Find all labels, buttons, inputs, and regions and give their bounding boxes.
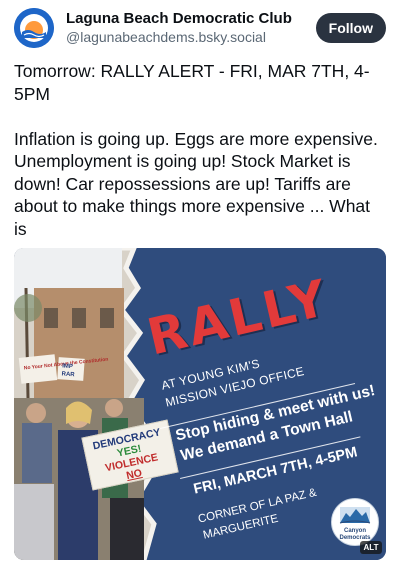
handle[interactable]: @lagunabeachdems.bsky.social (66, 28, 292, 47)
small-sign-2-text: IMP (62, 363, 73, 370)
canyon-democrats-logo: Canyon Democrats (331, 498, 379, 546)
canyon-democrats-logo-icon (339, 507, 371, 524)
logo-text: Canyon Democrats (339, 528, 371, 541)
follow-button[interactable]: Follow (315, 13, 386, 43)
author-block: Laguna Beach Democratic Club @lagunabeac… (66, 9, 292, 47)
avatar-logo-icon (14, 8, 54, 48)
post-text: Tomorrow: RALLY ALERT - FRI, MAR 7TH, 4-… (14, 61, 378, 239)
alt-badge[interactable]: ALT (360, 541, 382, 554)
display-name[interactable]: Laguna Beach Democratic Club (66, 9, 292, 28)
avatar[interactable] (14, 8, 54, 48)
post-image[interactable]: No Your Not Above the Constitution IMP R… (14, 248, 386, 560)
post-header: Laguna Beach Democratic Club @lagunabeac… (14, 8, 386, 48)
small-sign-3-text: RAR (61, 371, 75, 378)
